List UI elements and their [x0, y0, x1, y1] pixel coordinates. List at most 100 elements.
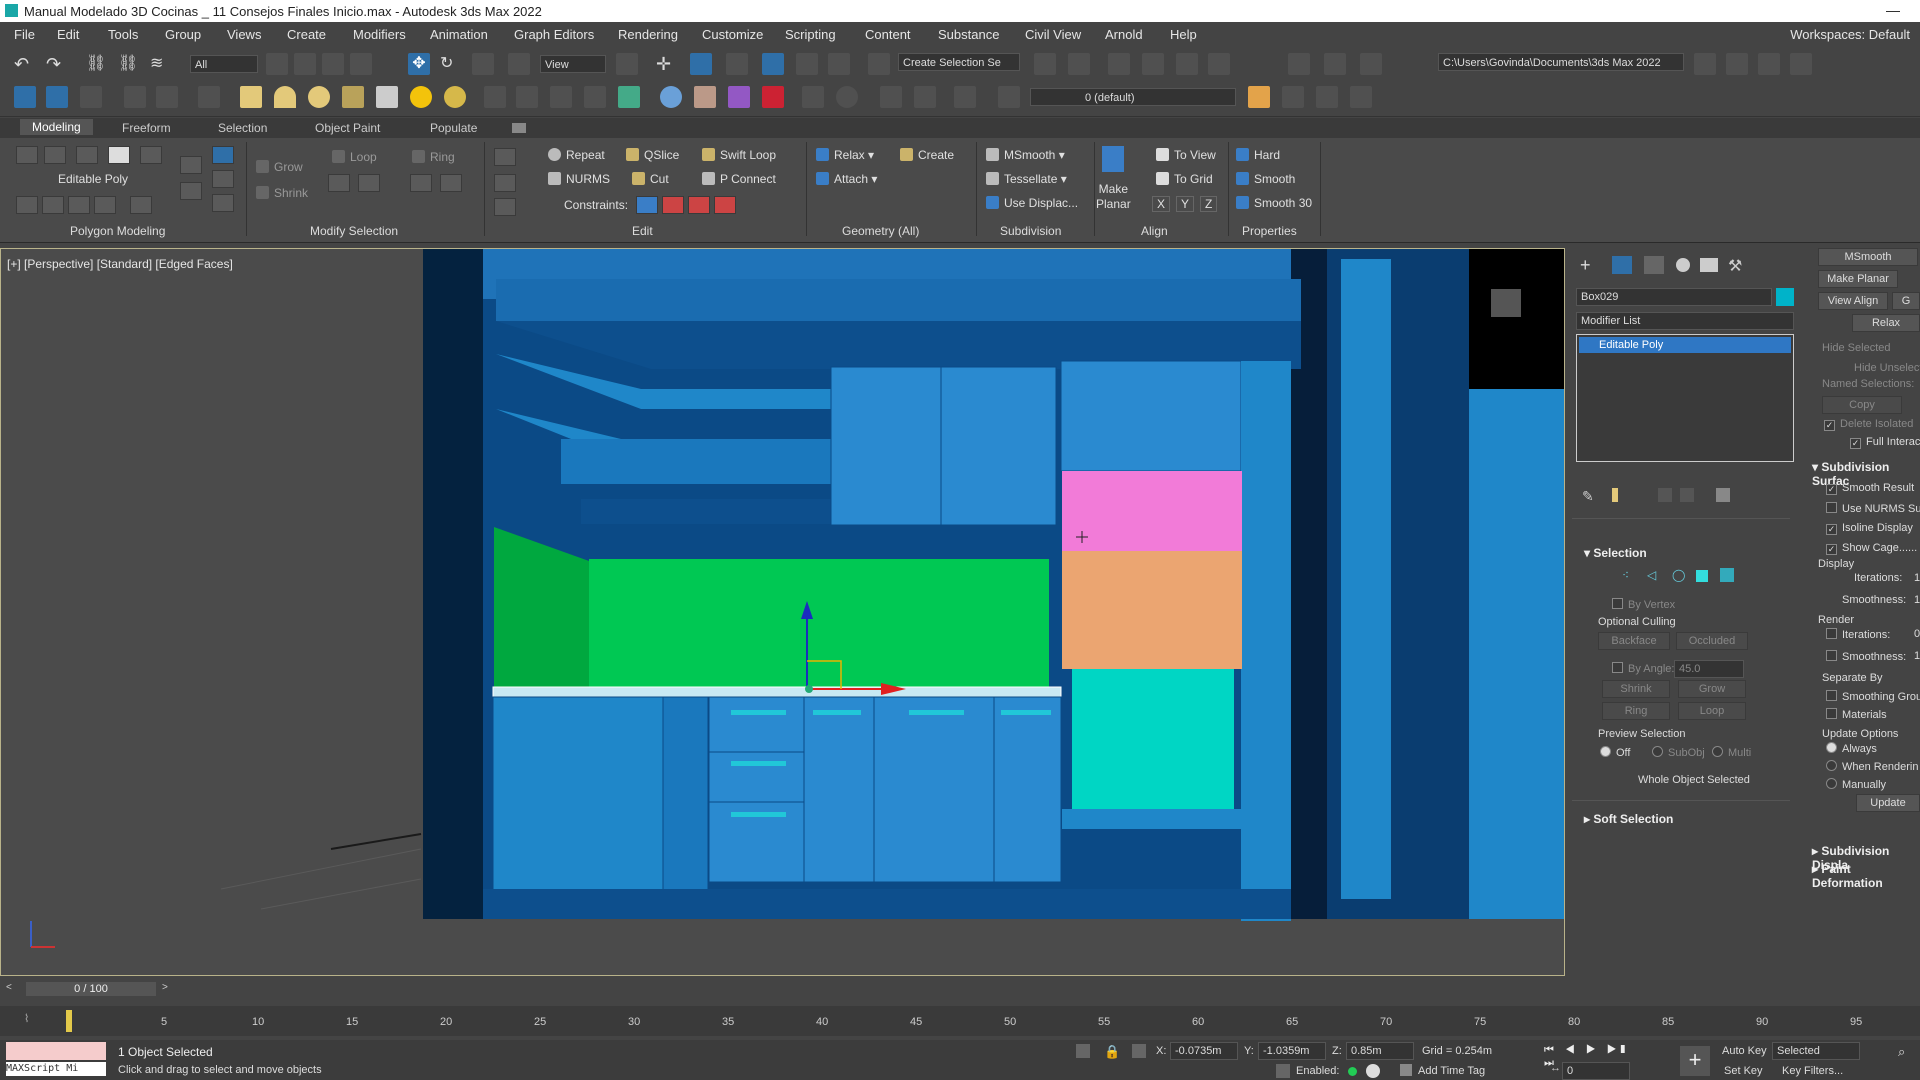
playback-controls[interactable]: ⏮ ◀ ▶ ▶❚ ⏭	[1544, 1044, 1640, 1069]
add-layer-icon[interactable]	[1248, 86, 1270, 108]
tweak-icon[interactable]	[494, 174, 516, 192]
brush-icon[interactable]	[516, 86, 538, 108]
make-unique-icon[interactable]	[1658, 488, 1672, 502]
grow-loop-icon[interactable]	[328, 174, 350, 192]
shrink-sel-button[interactable]: Shrink	[1602, 680, 1670, 698]
loop-sel-button[interactable]: Loop	[1678, 702, 1746, 720]
substance-icon[interactable]	[728, 86, 750, 108]
snaps-toggle-icon[interactable]	[726, 53, 748, 75]
menu-graph-editors[interactable]: Graph Editors	[514, 27, 594, 42]
current-frame-field[interactable]: 0	[1562, 1062, 1630, 1080]
scale-icon[interactable]	[472, 53, 494, 75]
zoom-icon[interactable]: ⌕	[1898, 1044, 1914, 1060]
grow-ring-icon[interactable]	[410, 174, 432, 192]
next-frame-arrow-icon[interactable]: >	[162, 982, 172, 996]
cone-icon[interactable]	[376, 86, 398, 108]
move-icon[interactable]: ✥	[408, 53, 430, 75]
object-name-field[interactable]: Box029	[1576, 288, 1772, 306]
menu-edit[interactable]: Edit	[57, 27, 79, 42]
angle-snap-icon[interactable]	[762, 53, 784, 75]
pin-stack-icon[interactable]	[68, 196, 90, 214]
viewport-label[interactable]: [+] [Perspective] [Standard] [Edged Face…	[7, 257, 233, 271]
preview-multi-radio[interactable]: Multi	[1712, 746, 1751, 759]
render-icon[interactable]	[762, 86, 784, 108]
pin-stack-icon[interactable]: ✎	[1582, 488, 1594, 505]
tab-selection[interactable]: Selection	[218, 121, 267, 135]
polygon-sel-icon[interactable]	[1696, 570, 1708, 582]
grow-sel-button[interactable]: Grow	[1678, 680, 1746, 698]
layers-icon[interactable]	[998, 86, 1020, 108]
percent-snap-icon[interactable]	[796, 53, 818, 75]
window-crossing-icon[interactable]	[350, 53, 372, 75]
iterations-value[interactable]: 1	[1914, 572, 1920, 584]
menu-modifiers[interactable]: Modifiers	[353, 27, 406, 42]
create-tab-icon[interactable]: +	[1580, 256, 1600, 274]
material-editor-icon[interactable]	[660, 86, 682, 108]
smooth-result-checkbox[interactable]: ✓ Smooth Result	[1826, 482, 1914, 495]
pyramid-icon[interactable]	[550, 86, 572, 108]
hierarchy-tab-icon[interactable]	[1644, 256, 1664, 274]
plant-icon[interactable]	[618, 86, 640, 108]
box-primitive-icon[interactable]	[240, 86, 262, 108]
menu-rendering[interactable]: Rendering	[618, 27, 678, 42]
time-slider[interactable]: 0 / 100	[26, 982, 156, 996]
by-vertex-icon[interactable]	[212, 146, 234, 164]
render-iterations-value[interactable]: 0	[1914, 628, 1920, 640]
z-coordinate-field[interactable]: 0.85m	[1346, 1042, 1414, 1060]
soft-selection-rollout[interactable]: ▸ Soft Selection	[1584, 812, 1673, 826]
angle-spinner[interactable]: 45.0	[1674, 660, 1744, 678]
delete-isolated-checkbox[interactable]: ✓ Delete Isolated	[1824, 418, 1913, 431]
create-panel-shortcut-icon[interactable]	[14, 86, 36, 108]
preserve-uvs-icon[interactable]	[494, 148, 516, 166]
select-manipulate-icon[interactable]: ✛	[656, 53, 678, 75]
render-setup-icon[interactable]	[1288, 53, 1310, 75]
constraint-edge-icon[interactable]	[662, 196, 684, 214]
nurms-button[interactable]: NURMS	[548, 172, 610, 186]
border-mode-icon[interactable]	[76, 146, 98, 164]
menu-animation[interactable]: Animation	[430, 27, 488, 42]
ring-sel-button[interactable]: Ring	[1602, 702, 1670, 720]
panel-align[interactable]: Align	[1141, 224, 1168, 238]
select-object-icon[interactable]	[266, 53, 288, 75]
scene-explorer-icon[interactable]	[1108, 53, 1130, 75]
make-planar-label[interactable]: Make Planar	[1096, 182, 1131, 212]
relax-button[interactable]: Relax ▾	[816, 148, 874, 162]
menu-scripting[interactable]: Scripting	[785, 27, 836, 42]
use-displac-button[interactable]: Use Displac...	[986, 196, 1078, 210]
render-smoothness-value[interactable]: 1	[1914, 650, 1920, 662]
msmooth-button[interactable]: MSmooth ▾	[986, 148, 1065, 162]
object-color-swatch[interactable]	[1776, 288, 1794, 306]
ruler-icon[interactable]	[954, 86, 976, 108]
project-settings-icon[interactable]	[1790, 53, 1812, 75]
bind-space-warp-icon[interactable]: ≋	[150, 53, 172, 75]
mirror-icon[interactable]	[1034, 53, 1056, 75]
maxscript-listener-input[interactable]	[6, 1042, 106, 1060]
isoline-checkbox[interactable]: ✓ Isoline Display	[1826, 522, 1913, 535]
layer-explorer-icon[interactable]	[1142, 53, 1164, 75]
menu-help[interactable]: Help	[1170, 27, 1197, 42]
y-coordinate-field[interactable]: -1.0359m	[1258, 1042, 1326, 1060]
motion-tab-icon[interactable]	[1676, 258, 1690, 272]
preview-icon[interactable]	[130, 196, 152, 214]
save-project-icon[interactable]	[1758, 53, 1780, 75]
use-nurms-checkbox[interactable]: Use NURMS Su	[1826, 502, 1920, 515]
panel-polygon-modeling[interactable]: Polygon Modeling	[70, 224, 165, 238]
snap-grid-icon[interactable]	[914, 86, 936, 108]
hide-selected-label[interactable]: Hide Selected	[1822, 342, 1891, 354]
occluded-button[interactable]: Occluded	[1676, 632, 1748, 650]
selection-filter-dropdown[interactable]: All	[190, 55, 258, 73]
align-z-button[interactable]: Z	[1200, 196, 1218, 212]
track-filter-icon[interactable]: ⌇	[24, 1012, 29, 1025]
cut-button[interactable]: Cut	[632, 172, 669, 186]
set-key-mode-icon[interactable]: +	[1680, 1046, 1710, 1076]
cone-primitive-icon[interactable]	[274, 86, 296, 108]
element-mode-icon[interactable]	[140, 146, 162, 164]
backface-button[interactable]: Backface	[1598, 632, 1670, 650]
cameras-icon[interactable]	[156, 86, 178, 108]
menu-views[interactable]: Views	[227, 27, 261, 42]
render-iterations-checkbox[interactable]: Iterations:	[1826, 628, 1890, 641]
placement-icon[interactable]	[508, 53, 530, 75]
panel-subdivision[interactable]: Subdivision	[1000, 224, 1061, 238]
panel-modify-selection[interactable]: Modify Selection	[310, 224, 398, 238]
tessellate-button[interactable]: Tessellate ▾	[986, 172, 1067, 186]
